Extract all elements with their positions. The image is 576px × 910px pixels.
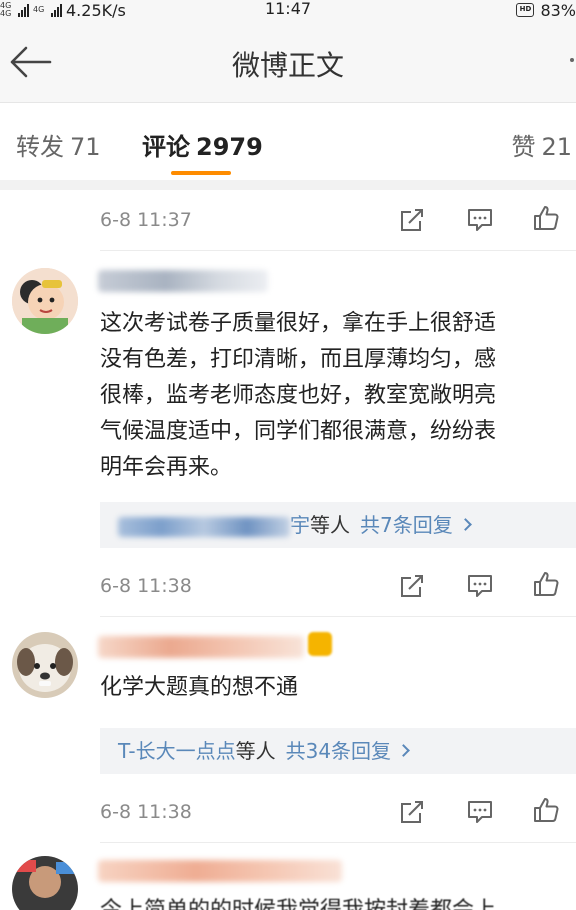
reply-count[interactable]: 共7条回复	[360, 513, 453, 537]
reply-others: 等人	[235, 739, 276, 763]
comment-body: 这次考试卷子质量很好，拿在手上很舒适 没有色差，打印清晰，而且厚薄均匀，感 很棒…	[100, 306, 576, 486]
page-title: 微博正文	[231, 49, 344, 82]
tab-like[interactable]: 赞 21	[511, 127, 572, 162]
tab-like-label: 赞	[511, 133, 536, 161]
comment-line: 明年会再来。	[100, 455, 233, 480]
comment-time: 6-8 11:37	[100, 209, 192, 231]
status-bar: 4G 4G 4G 4.25K/s 11:47 HD 83%	[0, 0, 576, 20]
tab-comment-label: 评论	[142, 133, 190, 161]
tab-comment[interactable]: 评论 2979	[142, 127, 263, 162]
username-blurred[interactable]	[98, 270, 268, 292]
divider	[0, 180, 576, 190]
active-tab-indicator	[171, 171, 231, 175]
reply-user-name-tail[interactable]: 宇	[290, 513, 310, 537]
tab-comment-count: 2979	[196, 133, 263, 161]
comment-icon[interactable]	[466, 572, 494, 600]
reply-others: 等人	[310, 513, 350, 537]
avatar[interactable]	[12, 268, 78, 334]
comment-icon[interactable]	[466, 798, 494, 826]
vip-badge-icon	[308, 632, 332, 656]
username-blurred[interactable]	[98, 860, 342, 882]
share-icon[interactable]	[398, 798, 426, 826]
share-icon[interactable]	[398, 572, 426, 600]
thumbs-up-icon[interactable]	[532, 570, 560, 598]
comment-line: 这次考试卷子质量很好，拿在手上很舒适	[100, 311, 497, 336]
avatar[interactable]	[12, 856, 78, 910]
thumbs-up-icon[interactable]	[532, 204, 560, 232]
reply-count[interactable]: 共34条回复	[286, 739, 391, 763]
comment-line: 很棒，监考老师态度也好，教室宽敞明亮	[100, 383, 497, 408]
comment-body-partial: 今上简单的的时候我觉得我按封着都会上	[100, 893, 576, 910]
tab-bar: 转发 71 评论 2979 赞 21	[0, 102, 576, 180]
nav-bar: 微博正文	[0, 20, 576, 102]
chevron-right-icon	[458, 518, 472, 531]
hd-call-icon: HD	[516, 3, 535, 17]
separator	[100, 616, 576, 617]
thumbs-up-icon[interactable]	[532, 796, 560, 824]
comment-time: 6-8 11:38	[100, 801, 192, 823]
tab-repost[interactable]: 转发 71	[16, 127, 101, 162]
reply-user-name[interactable]: T-长大一点点	[118, 739, 236, 763]
replies-preview[interactable]: T-长大一点点等人 共34条回复	[100, 728, 576, 774]
battery-level: 83%	[540, 0, 576, 20]
replies-preview[interactable]: 宇等人 共7条回复	[100, 502, 576, 548]
comment-line: 没有色差，打印清晰，而且厚薄均匀，感	[100, 347, 497, 372]
username-blurred[interactable]	[98, 636, 304, 658]
separator	[100, 842, 576, 843]
share-icon[interactable]	[398, 206, 426, 234]
comment-time: 6-8 11:38	[100, 575, 192, 597]
tab-repost-label: 转发	[16, 133, 64, 161]
reply-user-blurred	[118, 516, 290, 537]
comment-icon[interactable]	[466, 206, 494, 234]
tab-repost-count: 71	[70, 133, 101, 161]
avatar[interactable]	[12, 632, 78, 698]
chevron-right-icon	[397, 744, 410, 757]
separator	[100, 250, 576, 251]
comment-body: 化学大题真的想不通	[100, 675, 299, 700]
tab-like-count: 21	[541, 133, 572, 161]
status-time: 11:47	[264, 0, 312, 18]
comment-line: 气候温度适中，同学们都很满意，纷纷表	[100, 419, 497, 444]
status-right: HD 83%	[516, 0, 576, 20]
more-icon[interactable]	[570, 58, 574, 62]
